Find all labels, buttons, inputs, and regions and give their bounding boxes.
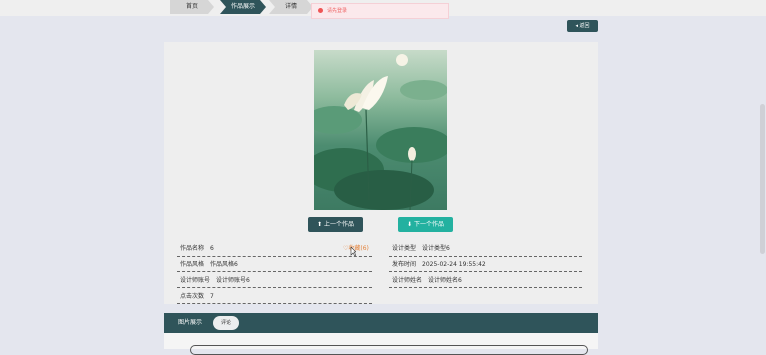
field-click-count-value: 7 [210,293,214,300]
breadcrumb-detail[interactable]: 详情 [269,0,313,14]
field-design-type-value: 设计类型6 [422,245,450,252]
scrollbar[interactable] [760,104,765,254]
back-button[interactable]: ◂ 返回 [567,20,598,32]
divider [177,303,372,304]
field-designer-account-value: 设计师账号6 [216,277,250,284]
field-designer-name: 设计师姓名 设计师姓名6 [392,273,462,288]
field-publish-time: 发布时间 2025-02-24 19:55:42 [392,257,486,272]
field-name-value: 6 [210,245,214,252]
field-style-label: 作品风格 [180,261,205,268]
prev-work-label: 上一个作品 [323,221,354,228]
field-designer-account-label: 设计师账号 [180,277,211,284]
field-name: 作品名称 6 [180,241,214,256]
breadcrumb-home[interactable]: 首页 [170,0,214,14]
comment-input[interactable] [190,345,588,355]
next-work-label: 下一个作品 [413,221,444,228]
field-designer-name-value: 设计师姓名6 [428,277,462,284]
field-publish-time-label: 发布时间 [392,261,417,268]
tab-comment[interactable]: 评论 [213,316,239,330]
prev-work-button[interactable]: ⬆ 上一个作品 [308,217,363,232]
field-click-count-label: 点击次数 [180,293,205,300]
divider [389,271,582,272]
toast-text: 请先登录 [327,8,348,14]
back-button-label: 返回 [579,23,590,29]
field-name-label: 作品名称 [180,245,205,252]
tab-gallery[interactable]: 图片展示 [178,313,202,333]
field-style-value: 作品风格6 [210,261,238,268]
field-design-type-label: 设计类型 [392,245,417,252]
field-click-count: 点击次数 7 [180,289,214,304]
arrow-icon: ⬆ [317,221,324,228]
arrow-icon: ⬇ [407,221,414,228]
divider [177,287,372,288]
lotus-painting [314,54,447,210]
field-designer-name-label: 设计师姓名 [392,277,423,284]
field-designer-account: 设计师账号 设计师账号6 [180,273,250,288]
error-toast: 请先登录 [311,3,449,19]
next-work-button[interactable]: ⬇ 下一个作品 [398,217,453,232]
breadcrumb-works[interactable]: 作品展示 [220,0,266,14]
artwork-image [314,50,447,210]
divider [389,287,582,288]
field-design-type: 设计类型 设计类型6 [392,241,450,256]
divider [177,271,372,272]
error-dot-icon [318,8,323,13]
field-style: 作品风格 作品风格6 [180,257,238,272]
field-publish-time-value: 2025-02-24 19:55:42 [422,261,486,268]
